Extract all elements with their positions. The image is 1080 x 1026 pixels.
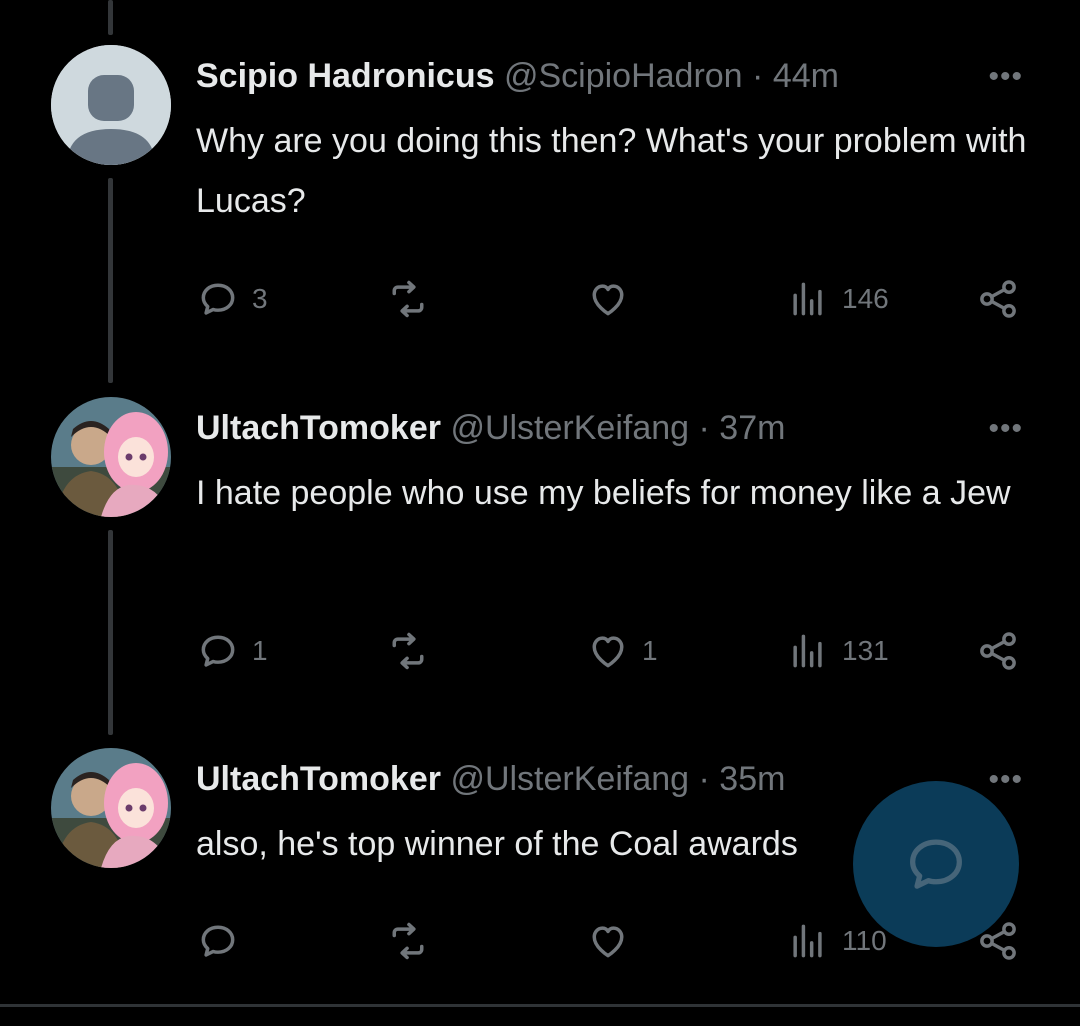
views-icon: [793, 634, 822, 668]
reply-button[interactable]: 1: [196, 626, 268, 676]
photo-avatar-icon: [51, 748, 171, 868]
separator: ·: [689, 409, 720, 447]
view-count: 110: [842, 925, 887, 956]
more-options-icon[interactable]: •••: [988, 60, 1023, 94]
retweet-button[interactable]: [386, 626, 442, 676]
tweet-header: UltachTomoker @UlsterKeifang · 37m: [196, 408, 785, 448]
separator: ·: [742, 57, 773, 95]
reply-count: 1: [252, 635, 268, 666]
reply-button[interactable]: 3: [196, 274, 268, 324]
reply-button[interactable]: [196, 916, 252, 966]
tweet-actions: 3 146: [196, 274, 1036, 324]
timestamp[interactable]: 35m: [719, 760, 785, 798]
retweet-icon: [392, 280, 424, 318]
timestamp[interactable]: 37m: [719, 409, 785, 447]
share-button[interactable]: [976, 274, 1020, 324]
default-avatar-icon: [51, 45, 171, 165]
tweet[interactable]: UltachTomoker @UlsterKeifang · 37m ••• I…: [0, 352, 1080, 732]
avatar[interactable]: [51, 45, 171, 165]
tweet[interactable]: Scipio Hadronicus @ScipioHadron · 44m ••…: [0, 0, 1080, 380]
heart-icon: [592, 636, 624, 668]
share-icon: [980, 280, 1016, 318]
more-options-icon[interactable]: •••: [988, 763, 1023, 797]
retweet-button[interactable]: [386, 274, 442, 324]
retweet-icon: [392, 922, 424, 960]
handle[interactable]: @ScipioHadron: [504, 57, 743, 95]
like-button[interactable]: [586, 274, 642, 324]
separator: ·: [689, 760, 720, 798]
compose-reply-button[interactable]: [853, 781, 1019, 947]
tweet-actions: 1 1 131: [196, 626, 1036, 676]
display-name[interactable]: UltachTomoker: [196, 409, 441, 447]
share-icon: [980, 632, 1016, 670]
heart-icon: [592, 926, 624, 958]
tweet-header: UltachTomoker @UlsterKeifang · 35m: [196, 759, 785, 799]
heart-icon: [592, 284, 624, 316]
like-button[interactable]: 1: [586, 626, 658, 676]
views-icon: [793, 282, 822, 316]
reply-icon: [201, 283, 235, 315]
views-icon: [793, 924, 822, 958]
more-options-icon[interactable]: •••: [988, 412, 1023, 446]
tweet-text: Why are you doing this then? What's your…: [196, 122, 1027, 220]
compose-reply-icon: [910, 839, 962, 889]
display-name[interactable]: Scipio Hadronicus: [196, 57, 495, 95]
like-count: 1: [642, 635, 658, 666]
handle[interactable]: @UlsterKeifang: [450, 760, 689, 798]
tweet-text: I hate people who use my beliefs for mon…: [196, 474, 1011, 512]
share-button[interactable]: [976, 626, 1020, 676]
reply-icon: [201, 925, 235, 957]
bottom-divider: [0, 1004, 1080, 1007]
retweet-icon: [392, 632, 424, 670]
view-count: 131: [842, 635, 889, 666]
handle[interactable]: @UlsterKeifang: [450, 409, 689, 447]
view-count: 146: [842, 283, 889, 314]
views-button[interactable]: 146: [786, 274, 889, 324]
display-name[interactable]: UltachTomoker: [196, 760, 441, 798]
views-button[interactable]: 110: [786, 916, 887, 966]
avatar[interactable]: [51, 397, 171, 517]
photo-avatar-icon: [51, 397, 171, 517]
reply-icon: [201, 635, 235, 667]
views-button[interactable]: 131: [786, 626, 889, 676]
timestamp[interactable]: 44m: [773, 57, 839, 95]
reply-count: 3: [252, 283, 268, 314]
retweet-button[interactable]: [386, 916, 442, 966]
tweet-header: Scipio Hadronicus @ScipioHadron · 44m: [196, 56, 839, 96]
avatar[interactable]: [51, 748, 171, 868]
like-button[interactable]: [586, 916, 642, 966]
